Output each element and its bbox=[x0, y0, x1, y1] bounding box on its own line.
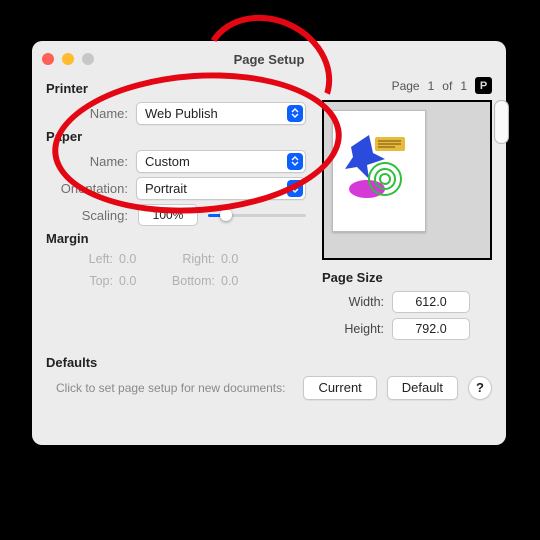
page-setup-dialog: Page Setup Printer Name: Web Publish Pap… bbox=[32, 41, 506, 445]
orientation-value: Portrait bbox=[145, 181, 187, 196]
width-label: Width: bbox=[322, 295, 392, 309]
scaling-label: Scaling: bbox=[46, 208, 136, 223]
printer-name-label: Name: bbox=[46, 106, 136, 121]
margin-top-label: Top: bbox=[54, 274, 119, 288]
paper-name-select[interactable]: Custom bbox=[136, 150, 306, 173]
orientation-select[interactable]: Portrait bbox=[136, 177, 306, 200]
paper-section-header: Paper bbox=[46, 129, 306, 144]
help-button[interactable]: ? bbox=[468, 376, 492, 400]
height-label: Height: bbox=[322, 322, 392, 336]
preview-sheet bbox=[332, 110, 426, 232]
paper-name-label: Name: bbox=[46, 154, 136, 169]
minimize-window-button[interactable] bbox=[62, 53, 74, 65]
page-current: 1 bbox=[428, 79, 435, 93]
height-input[interactable]: 792.0 bbox=[392, 318, 470, 340]
defaults-section-header: Defaults bbox=[46, 355, 492, 370]
orientation-label: Orientation: bbox=[46, 181, 136, 196]
printer-name-value: Web Publish bbox=[145, 106, 218, 121]
titlebar: Page Setup bbox=[32, 41, 506, 77]
margin-bottom-value: 0.0 bbox=[221, 274, 253, 288]
pagesize-section-header: Page Size bbox=[322, 270, 492, 285]
preview-scrollbar[interactable] bbox=[494, 100, 509, 144]
updown-icon bbox=[287, 153, 303, 170]
margin-left-value: 0.0 bbox=[119, 252, 151, 266]
margin-left-label: Left: bbox=[54, 252, 119, 266]
window-title: Page Setup bbox=[32, 52, 506, 67]
updown-icon bbox=[287, 105, 303, 122]
preview-artwork bbox=[345, 129, 409, 209]
window-controls bbox=[42, 53, 94, 65]
margin-bottom-label: Bottom: bbox=[151, 274, 221, 288]
scaling-input[interactable]: 100% bbox=[138, 204, 198, 226]
margin-right-value: 0.0 bbox=[221, 252, 253, 266]
current-button[interactable]: Current bbox=[303, 376, 376, 400]
close-window-button[interactable] bbox=[42, 53, 54, 65]
margin-top-value: 0.0 bbox=[119, 274, 151, 288]
page-preview bbox=[322, 100, 492, 260]
paper-name-value: Custom bbox=[145, 154, 190, 169]
margin-right-label: Right: bbox=[151, 252, 221, 266]
page-total: 1 bbox=[460, 79, 467, 93]
width-input[interactable]: 612.0 bbox=[392, 291, 470, 313]
defaults-hint: Click to set page setup for new document… bbox=[46, 381, 293, 395]
updown-icon bbox=[287, 180, 303, 197]
default-button[interactable]: Default bbox=[387, 376, 458, 400]
page-of-label: of bbox=[442, 79, 452, 93]
printer-section-header: Printer bbox=[46, 81, 306, 96]
margin-section-header: Margin bbox=[46, 231, 306, 246]
page-indicator-icon: P bbox=[475, 77, 492, 94]
page-label: Page bbox=[392, 79, 420, 93]
printer-name-select[interactable]: Web Publish bbox=[136, 102, 306, 125]
scaling-slider[interactable] bbox=[208, 205, 306, 225]
slider-thumb[interactable] bbox=[220, 209, 232, 221]
zoom-window-button[interactable] bbox=[82, 53, 94, 65]
